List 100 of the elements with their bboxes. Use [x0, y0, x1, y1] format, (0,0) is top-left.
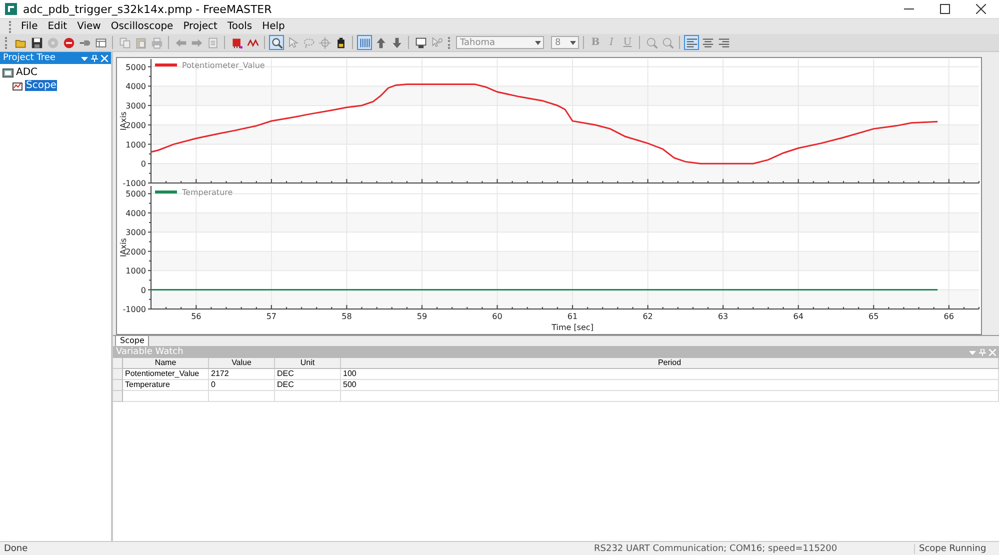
- copy-icon: [118, 36, 130, 48]
- caret-icon: [570, 40, 576, 44]
- legend-line: [155, 64, 177, 66]
- close-icon: [989, 348, 996, 356]
- align-left-icon: [686, 36, 698, 48]
- column-header: Period: [341, 358, 999, 369]
- tick-label: 3000: [126, 228, 146, 238]
- menu-item[interactable]: Edit: [42, 21, 72, 32]
- table-cell: 500: [341, 380, 999, 391]
- zoom-button[interactable]: [269, 35, 284, 50]
- column-header: Value: [209, 358, 275, 369]
- dropdown-icon: [81, 54, 88, 62]
- tab[interactable]: Scope: [115, 336, 150, 347]
- tick-label: 4000: [126, 208, 146, 218]
- down-arrow-icon: [390, 36, 402, 48]
- magnifier-icon: [662, 36, 674, 48]
- cursor-icon: [286, 36, 298, 48]
- tick-label: 2000: [126, 120, 146, 130]
- scope-icon: [12, 80, 24, 91]
- table-cell: 2172: [209, 369, 275, 380]
- up-arrow-icon: [374, 36, 386, 48]
- axis-title: IAxis: [119, 112, 128, 130]
- tick-label: -1000: [122, 179, 146, 186]
- tick-label: 5000: [126, 62, 146, 72]
- stop-button[interactable]: [61, 35, 76, 50]
- caret-icon: [535, 40, 541, 44]
- legend-label: Temperature: [182, 188, 233, 197]
- tick-label: 1000: [126, 266, 146, 276]
- tick-label: 66: [944, 312, 954, 321]
- connection-status: RS232 UART Communication; COM16; speed=115200: [594, 544, 838, 554]
- monitor-icon: [414, 36, 426, 48]
- chip-icon: [230, 36, 242, 48]
- maximize-icon: [940, 4, 950, 14]
- tick-label: 58: [342, 312, 352, 321]
- panel-title: Variable Watch: [116, 347, 184, 357]
- app-icon: [5, 3, 17, 15]
- scope-status: Scope Running: [914, 544, 989, 554]
- tick-label: 3000: [126, 102, 146, 110]
- row-header[interactable]: [113, 391, 123, 402]
- menu-item[interactable]: Help: [257, 21, 290, 32]
- tick-label: 1000: [126, 140, 146, 150]
- printer-icon: [150, 36, 162, 48]
- close-icon: [976, 4, 986, 14]
- table-cell: 100: [341, 369, 999, 380]
- legend-line: [155, 190, 177, 194]
- save-button[interactable]: [29, 35, 44, 50]
- crosshair-icon: [318, 36, 330, 48]
- menu-item[interactable]: View: [72, 21, 106, 32]
- left-arrow-icon: [174, 36, 186, 48]
- align-right-icon: [718, 36, 730, 48]
- dropdown-icon: [969, 348, 976, 356]
- pointer-icon: [430, 36, 442, 48]
- column-header: Unit: [275, 358, 341, 369]
- settings-button[interactable]: [413, 35, 428, 50]
- lasso-icon: [302, 36, 314, 48]
- panel-title: Project Tree: [3, 53, 56, 63]
- axis-title: IAxis: [119, 238, 128, 257]
- bars-icon: [358, 36, 370, 48]
- empty-cell[interactable]: [341, 391, 999, 402]
- column-header: Name: [123, 358, 209, 369]
- menu-item[interactable]: Oscilloscope: [106, 21, 178, 32]
- tick-label: 60: [492, 312, 502, 321]
- window-title: adc_pdb_trigger_s32k14x.pmp - FreeMASTER: [23, 2, 273, 16]
- magnifier-icon: [270, 36, 282, 48]
- tree-item[interactable]: ADC: [15, 67, 39, 78]
- align-center-icon: [702, 36, 714, 48]
- tick-label: 5000: [126, 190, 146, 199]
- table-cell: 0: [209, 380, 275, 391]
- menu-item[interactable]: Tools: [222, 21, 258, 32]
- stop-icon: [62, 36, 74, 48]
- window-icon: [94, 36, 106, 48]
- legend-label: Potentiometer_Value: [182, 61, 265, 70]
- floppy-icon: [30, 36, 42, 48]
- tick-label: 61: [567, 312, 578, 321]
- empty-cell[interactable]: [209, 391, 275, 402]
- menu-item[interactable]: Project: [178, 21, 222, 32]
- tick-label: 0: [140, 160, 146, 169]
- table-cell: Potentiometer_Value: [123, 369, 209, 380]
- tick-label: 4000: [126, 82, 146, 92]
- row-header[interactable]: [113, 369, 123, 380]
- tick-label: 59: [416, 312, 428, 321]
- tick-label: 62: [642, 312, 653, 321]
- tick-label: 2000: [126, 247, 146, 256]
- close-icon: [101, 54, 108, 62]
- tree-item[interactable]: Scope: [25, 80, 58, 91]
- tick-label: 57: [266, 312, 277, 321]
- menu-item[interactable]: File: [16, 21, 43, 32]
- table-cell: Temperature: [123, 380, 209, 391]
- row-header[interactable]: [113, 380, 123, 391]
- battery-icon: [334, 36, 346, 48]
- empty-cell[interactable]: [275, 391, 341, 402]
- grid-button[interactable]: [357, 35, 372, 50]
- disc-icon: [46, 36, 58, 48]
- pin-icon: [979, 348, 986, 356]
- align-left-button[interactable]: [684, 35, 699, 50]
- right-arrow-icon: [190, 36, 202, 48]
- tick-label: 0: [140, 286, 146, 295]
- axis-title: Time [sec]: [552, 323, 594, 332]
- table-cell: DEC: [275, 369, 341, 380]
- tick-label: -1000: [122, 305, 146, 314]
